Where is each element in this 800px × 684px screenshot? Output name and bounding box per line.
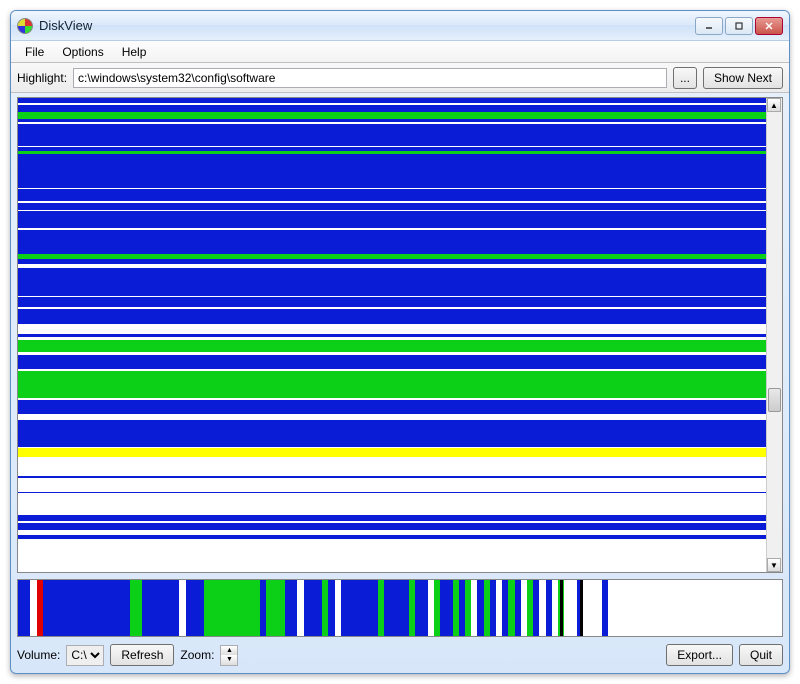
disk-stripe: [18, 124, 766, 145]
scroll-up-button[interactable]: ▲: [767, 98, 781, 112]
overview-segment: [608, 580, 782, 636]
menu-options[interactable]: Options: [54, 43, 111, 61]
scroll-thumb[interactable]: [768, 388, 781, 412]
overview-segment: [186, 580, 205, 636]
overview-segment: [18, 580, 30, 636]
minimize-button[interactable]: [695, 17, 723, 35]
disk-map[interactable]: [18, 98, 766, 572]
close-button[interactable]: [755, 17, 783, 35]
vertical-scrollbar[interactable]: ▲ ▼: [766, 98, 782, 572]
highlight-label: Highlight:: [17, 71, 67, 85]
bottombar: Volume: C:\ Refresh Zoom: ▲ ▼ Export... …: [11, 637, 789, 673]
export-button[interactable]: Export...: [666, 644, 733, 666]
window-title: DiskView: [39, 18, 695, 33]
disk-stripe: [18, 230, 766, 254]
window-controls: [695, 17, 783, 35]
menu-help[interactable]: Help: [114, 43, 155, 61]
disk-stripe: [18, 211, 766, 228]
zoom-label: Zoom:: [180, 648, 214, 662]
zoom-up-button[interactable]: ▲: [221, 646, 237, 656]
overview-segment: [583, 580, 602, 636]
overview-segment: [440, 580, 452, 636]
disk-stripe: [18, 189, 766, 201]
overview-segment: [204, 580, 260, 636]
overview-segment: [304, 580, 323, 636]
zoom-down-button[interactable]: ▼: [221, 655, 237, 665]
overview-segment: [142, 580, 179, 636]
disk-map-panel: ▲ ▼: [17, 97, 783, 573]
zoom-spinner[interactable]: ▲ ▼: [220, 645, 238, 666]
show-next-button[interactable]: Show Next: [703, 67, 783, 89]
volume-select[interactable]: C:\: [66, 645, 104, 666]
menubar: File Options Help: [11, 41, 789, 63]
disk-stripe: [18, 268, 766, 297]
maximize-button[interactable]: [725, 17, 753, 35]
browse-button[interactable]: ...: [673, 67, 697, 89]
disk-stripe: [18, 154, 766, 187]
app-icon: [17, 18, 33, 34]
disk-stripe: [18, 448, 766, 458]
disk-stripe: [18, 400, 766, 414]
disk-stripe: [18, 355, 766, 369]
app-window: DiskView File Options Help Highlight: ..…: [10, 10, 790, 674]
disk-stripe: [18, 340, 766, 352]
titlebar[interactable]: DiskView: [11, 11, 789, 41]
overview-segment: [415, 580, 427, 636]
overview-segment: [384, 580, 409, 636]
disk-stripe: [18, 371, 766, 397]
quit-button[interactable]: Quit: [739, 644, 783, 666]
disk-stripe: [18, 493, 766, 514]
disk-stripe: [18, 478, 766, 492]
menu-file[interactable]: File: [17, 43, 52, 61]
overview-panel[interactable]: [17, 579, 783, 637]
disk-stripe: [18, 523, 766, 530]
toolbar: Highlight: ... Show Next: [11, 63, 789, 93]
refresh-button[interactable]: Refresh: [110, 644, 174, 666]
disk-stripe: [18, 539, 766, 572]
disk-stripe: [18, 457, 766, 476]
overview-segment: [341, 580, 378, 636]
overview-range-indicator[interactable]: [560, 579, 583, 637]
disk-stripe: [18, 112, 766, 119]
scroll-down-button[interactable]: ▼: [767, 558, 781, 572]
overview-segment: [285, 580, 297, 636]
highlight-input[interactable]: [73, 68, 667, 88]
disk-stripe: [18, 297, 766, 307]
volume-label: Volume:: [17, 648, 60, 662]
overview-segment: [130, 580, 142, 636]
overview-segment: [43, 580, 130, 636]
disk-stripe: [18, 309, 766, 323]
disk-stripe: [18, 420, 766, 446]
disk-stripe: [18, 324, 766, 335]
disk-stripe: [18, 203, 766, 210]
overview-segment: [266, 580, 285, 636]
disk-stripe: [18, 105, 766, 112]
